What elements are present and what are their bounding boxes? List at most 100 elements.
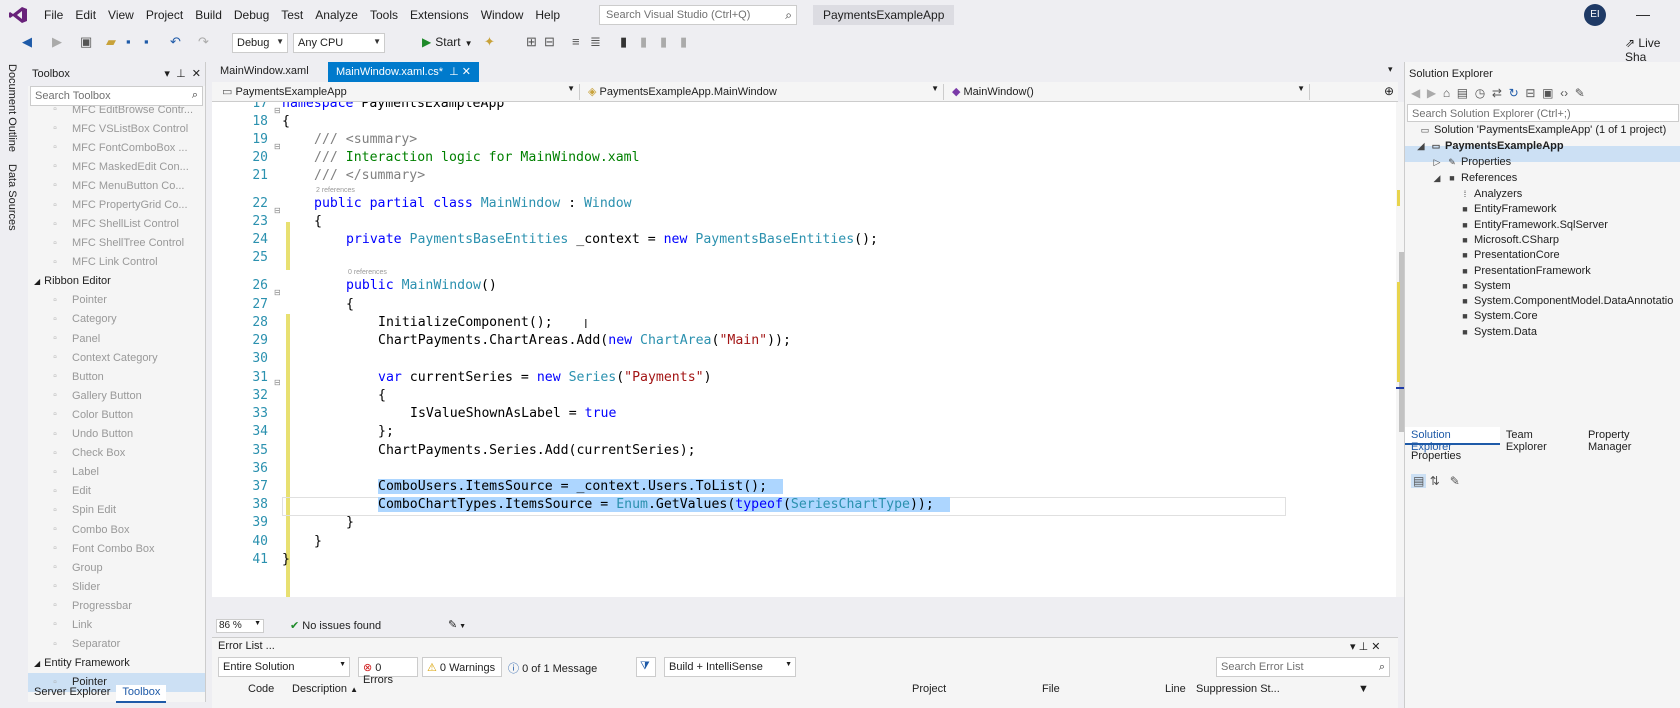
tree-reference-item[interactable]: ■ System bbox=[1459, 280, 1510, 292]
bookmark-icon[interactable]: ▮ bbox=[620, 34, 627, 50]
collapse-icon[interactable]: ⊟ bbox=[274, 142, 284, 151]
menu-help[interactable]: Help bbox=[529, 8, 566, 22]
tree-solution[interactable]: ▭ Solution 'PaymentsExampleApp' (1 of 1 p… bbox=[1419, 124, 1667, 136]
switch-views-icon[interactable]: ▤ bbox=[1457, 86, 1468, 100]
pin-icon[interactable]: ⊥ bbox=[1359, 641, 1369, 653]
pending-changes-icon[interactable]: ◷ bbox=[1475, 86, 1485, 100]
show-all-files-icon[interactable]: ▣ bbox=[1542, 86, 1553, 100]
toolbox-item[interactable]: ▫ Label bbox=[28, 463, 205, 482]
toolbox-item[interactable]: ▫ Spin Edit bbox=[28, 501, 205, 520]
menu-project[interactable]: Project bbox=[140, 8, 189, 22]
close-icon[interactable]: ✕ bbox=[192, 68, 201, 80]
toolbox-item[interactable]: ▫ Pointer bbox=[28, 291, 205, 310]
tree-reference-item[interactable]: ■ System.Data bbox=[1459, 326, 1537, 338]
toolbox-icon[interactable]: ⊞ bbox=[526, 34, 537, 50]
member-nav-select[interactable]: ◆ MainWindow() ▼ bbox=[948, 84, 1310, 100]
alphabetical-icon[interactable]: ⇅ bbox=[1430, 474, 1440, 488]
categorized-icon[interactable]: ▤ bbox=[1411, 474, 1427, 488]
toolbox-item[interactable]: ▫ Separator bbox=[28, 635, 205, 654]
toolbox-group-ribbon-editor[interactable]: ◢ Ribbon Editor bbox=[28, 272, 205, 291]
forward-icon[interactable]: ▶ bbox=[1427, 86, 1436, 100]
tree-reference-item[interactable]: ■ PresentationFramework bbox=[1459, 265, 1591, 277]
menu-edit[interactable]: Edit bbox=[69, 8, 102, 22]
tree-reference-item[interactable]: ⁞ Analyzers bbox=[1459, 188, 1523, 200]
tree-reference-item[interactable]: ■ Microsoft.CSharp bbox=[1459, 234, 1559, 246]
split-editor-icon[interactable]: ⊕ bbox=[1384, 84, 1394, 98]
toolbox-item[interactable]: ▫ Progressbar bbox=[28, 596, 205, 615]
toolbox-item[interactable]: ▫ Combo Box bbox=[28, 520, 205, 539]
tree-reference-item[interactable]: ■ PresentationCore bbox=[1459, 249, 1559, 261]
forward-icon[interactable]: ▶ bbox=[52, 34, 62, 50]
collapse-all-icon[interactable]: ⊟ bbox=[1525, 86, 1535, 100]
tree-reference-item[interactable]: ■ System.ComponentModel.DataAnnotatio bbox=[1459, 295, 1673, 307]
toolbox-item[interactable]: ▫ Link bbox=[28, 615, 205, 634]
column-file[interactable]: File bbox=[1042, 683, 1060, 695]
toolbox-item[interactable]: ▫ MFC ShellTree Control bbox=[28, 234, 205, 253]
code-editor[interactable]: 17 18 19 20 21 22 23 24 25 26 27 28 29 30 31 32 33 34 35 36… bbox=[212, 102, 1398, 597]
menu-debug[interactable]: Debug bbox=[228, 8, 275, 22]
menu-window[interactable]: Window bbox=[475, 8, 530, 22]
toolbox-search-input[interactable]: Search Toolbox ⌕ bbox=[30, 86, 203, 106]
tree-references[interactable]: ◢ ■ References bbox=[1431, 172, 1518, 184]
toolbox-item[interactable]: ▫ MFC VSListBox Control bbox=[28, 119, 205, 138]
toolbox-item[interactable]: ▫ Gallery Button bbox=[28, 386, 205, 405]
code-cleanup-button[interactable]: ✎ ▼ bbox=[448, 618, 466, 631]
toolbox-item[interactable]: ▫ Undo Button bbox=[28, 425, 205, 444]
toolbox-item[interactable]: ▫ Context Category bbox=[28, 348, 205, 367]
toolbox-item[interactable]: ▫ Group bbox=[28, 558, 205, 577]
document-outline-tab[interactable]: Document Outline bbox=[6, 64, 18, 152]
error-list-search-input[interactable]: Search Error List ⌕ bbox=[1216, 657, 1390, 677]
save-icon[interactable]: ▪ bbox=[126, 34, 131, 49]
undo-icon[interactable]: ↶ bbox=[170, 34, 181, 50]
tab-mainwindow-xaml-cs[interactable]: MainWindow.xaml.cs* ⊥ ✕ bbox=[328, 62, 479, 82]
refresh-icon[interactable]: ↻ bbox=[1509, 86, 1519, 100]
codelens-references[interactable]: 0 references bbox=[348, 269, 387, 276]
code-view-icon[interactable]: ‹› bbox=[1560, 86, 1568, 100]
menu-file[interactable]: File bbox=[38, 8, 69, 22]
home-icon[interactable]: ⌂ bbox=[1443, 86, 1450, 100]
warnings-filter-button[interactable]: ⚠ 0 Warnings bbox=[422, 657, 502, 677]
column-line[interactable]: Line bbox=[1165, 683, 1186, 695]
clear-bookmarks-icon[interactable]: ▮ bbox=[680, 34, 687, 50]
menu-analyze[interactable]: Analyze bbox=[309, 8, 364, 22]
toolbox-item[interactable]: ▫ MFC MaskedEdit Con... bbox=[28, 157, 205, 176]
toolbox-item[interactable]: ▫ Check Box bbox=[28, 444, 205, 463]
toolbox-item[interactable]: ▫ Panel bbox=[28, 329, 205, 348]
zoom-select[interactable]: 86 % ▼ bbox=[216, 619, 264, 633]
property-pages-icon[interactable]: ✎ bbox=[1450, 474, 1460, 488]
messages-filter-button[interactable]: ⓘ 0 of 1 Message bbox=[508, 660, 597, 676]
new-project-icon[interactable]: ▣ bbox=[80, 34, 92, 50]
toolbox-item[interactable]: ▫ Color Button bbox=[28, 405, 205, 424]
toolbox-item[interactable]: ▫ MFC Link Control bbox=[28, 253, 205, 272]
scope-select[interactable]: Entire Solution ▼ bbox=[218, 657, 350, 677]
dropdown-icon[interactable]: ▾ bbox=[164, 68, 170, 80]
column-code[interactable]: Code bbox=[248, 683, 274, 695]
properties-wrench-icon[interactable]: ✎ bbox=[1575, 86, 1585, 100]
start-button[interactable]: ▶ Start ▼ bbox=[422, 35, 473, 49]
tab-overflow-icon[interactable]: ▾ bbox=[1388, 64, 1393, 75]
platform-select[interactable]: Any CPU ▼ bbox=[293, 33, 385, 53]
minimize-button[interactable]: — bbox=[1636, 6, 1650, 22]
close-icon[interactable]: ✕ bbox=[1371, 641, 1380, 653]
toolbox-item[interactable]: ▫ Edit bbox=[28, 482, 205, 501]
open-file-icon[interactable]: ▰ bbox=[106, 34, 116, 50]
build-filter-select[interactable]: Build + IntelliSense ▼ bbox=[664, 657, 796, 677]
menu-build[interactable]: Build bbox=[189, 8, 228, 22]
menu-test[interactable]: Test bbox=[275, 8, 309, 22]
collapse-icon[interactable]: ⊟ bbox=[274, 288, 284, 297]
team-explorer-tab[interactable]: Team Explorer bbox=[1500, 427, 1582, 453]
collapse-icon[interactable]: ⊟ bbox=[274, 206, 284, 215]
codelens-references[interactable]: 2 references bbox=[316, 187, 355, 194]
tree-reference-item[interactable]: ■ System.Core bbox=[1459, 310, 1537, 322]
layout-icon[interactable]: ⊟ bbox=[544, 34, 555, 50]
toolbox-item[interactable]: ▫ Font Combo Box bbox=[28, 539, 205, 558]
avatar[interactable]: EI bbox=[1584, 4, 1606, 26]
prev-bookmark-icon[interactable]: ▮ bbox=[640, 34, 647, 50]
toolbox-item[interactable]: ▫ Button bbox=[28, 367, 205, 386]
menu-view[interactable]: View bbox=[102, 8, 140, 22]
tree-reference-item[interactable]: ■ EntityFramework.SqlServer bbox=[1459, 219, 1608, 231]
pin-icon[interactable]: ⊥ bbox=[449, 66, 459, 78]
toolbox-item[interactable]: ▫ MFC ShellList Control bbox=[28, 215, 205, 234]
toolbox-item[interactable]: ▫ MFC FontComboBox ... bbox=[28, 138, 205, 157]
uncomment-icon[interactable]: ≣ bbox=[590, 34, 601, 50]
